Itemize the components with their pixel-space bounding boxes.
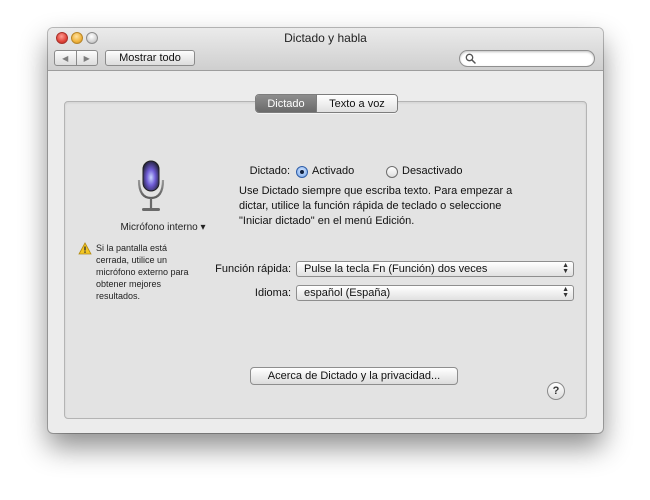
window-title: Dictado y habla [284,31,367,45]
preferences-window: Dictado y habla ◀ ▶ Mostrar todo Dictado… [48,28,603,433]
search-field[interactable] [459,50,595,67]
dictation-label: Dictado: [249,165,290,177]
about-dictation-privacy-button[interactable]: Acerca de Dictado y la privacidad... [250,367,458,385]
title-bar: Dictado y habla ◀ ▶ Mostrar todo [48,28,603,71]
back-forward-control: ◀ ▶ [54,50,98,66]
shortcut-label: Función rápida: [215,263,291,275]
tab-texto-a-voz[interactable]: Texto a voz [316,95,397,112]
language-value: español (España) [304,287,391,299]
chevron-right-icon: ▶ [83,53,90,63]
tab-dictado[interactable]: Dictado [256,95,316,112]
back-button[interactable]: ◀ [55,51,76,65]
dictation-description: Use Dictado siempre que escriba texto. P… [239,185,513,227]
popup-arrows-icon: ▲ ▼ [562,262,569,275]
magnifier-icon [465,53,476,64]
dictation-off-label[interactable]: Desactivado [402,165,463,177]
forward-button[interactable]: ▶ [75,51,98,65]
popup-arrows-icon: ▲ ▼ [562,286,569,299]
show-all-button[interactable]: Mostrar todo [105,50,195,66]
warning-message: Si la pantalla está cerrada, utilice un … [96,243,189,301]
warning-triangle-icon [78,242,92,255]
dictation-on-label[interactable]: Activado [312,165,354,177]
help-button[interactable]: ? [547,382,565,400]
dictation-off-radio[interactable] [386,166,398,178]
shortcut-popup[interactable]: Pulse la tecla Fn (Función) dos veces ▲ ▼ [296,261,574,277]
language-popup[interactable]: español (España) ▲ ▼ [296,285,574,301]
search-input[interactable] [480,51,590,66]
language-label: Idioma: [254,287,291,299]
microphone-source-menu[interactable]: Micrófono interno ▾ [88,222,238,233]
dictation-on-radio[interactable] [296,166,308,178]
chevron-left-icon: ◀ [62,53,69,63]
shortcut-value: Pulse la tecla Fn (Función) dos veces [304,263,488,275]
tab-bar: Dictado Texto a voz [255,94,398,113]
microphone-icon [137,160,165,211]
